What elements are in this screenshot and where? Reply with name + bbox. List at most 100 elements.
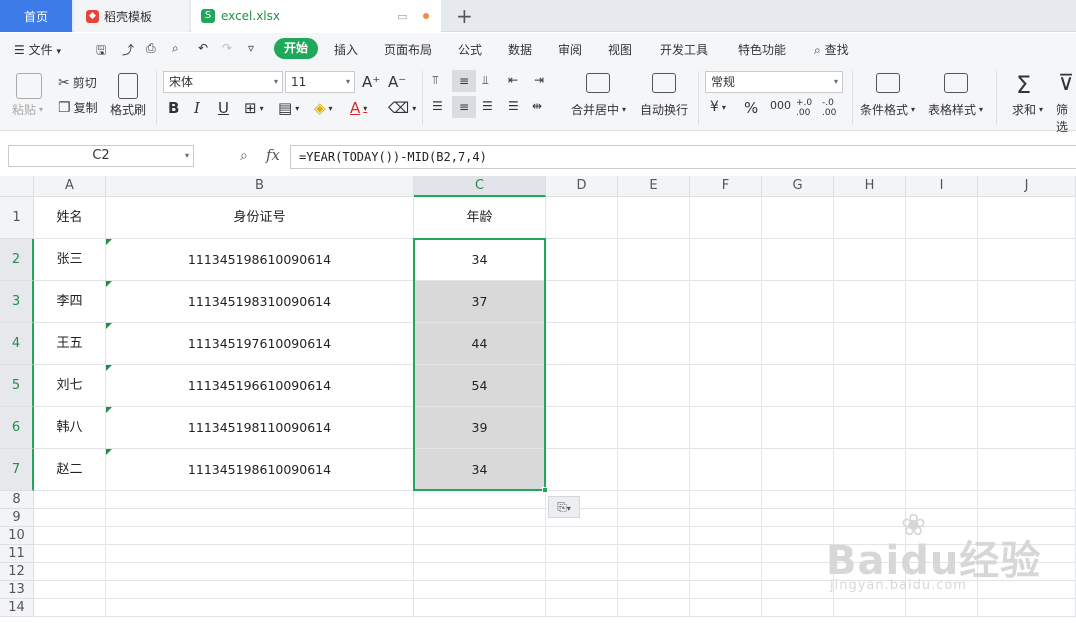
export-icon[interactable]: ⤴ xyxy=(122,41,134,58)
column-header-a[interactable]: A xyxy=(34,176,106,197)
table-cell[interactable] xyxy=(690,449,762,491)
table-cell[interactable] xyxy=(834,323,906,365)
table-cell[interactable] xyxy=(690,491,762,509)
table-cell[interactable]: 54 xyxy=(414,365,546,407)
cell-style-icon[interactable]: ▤ ▾ xyxy=(278,99,299,117)
table-cell[interactable] xyxy=(978,281,1076,323)
table-cell[interactable] xyxy=(618,323,690,365)
table-cell[interactable] xyxy=(978,491,1076,509)
table-cell[interactable] xyxy=(906,365,978,407)
copy-button[interactable]: ❐ 复制 xyxy=(58,99,98,116)
table-cell[interactable] xyxy=(762,581,834,599)
wrap-text-button[interactable]: 自动换行 xyxy=(640,101,688,118)
table-cell[interactable] xyxy=(546,323,618,365)
table-style-icon[interactable] xyxy=(944,73,968,93)
sum-button[interactable]: 求和 ▾ xyxy=(1012,101,1043,118)
cut-button[interactable]: ✂ 剪切 xyxy=(58,74,97,91)
table-cell[interactable] xyxy=(906,323,978,365)
table-cell[interactable]: 34 xyxy=(414,449,546,491)
table-cell[interactable] xyxy=(762,509,834,527)
table-cell[interactable] xyxy=(106,581,414,599)
table-cell[interactable] xyxy=(762,527,834,545)
paste-button[interactable]: 粘贴 ▾ xyxy=(12,101,43,118)
table-cell[interactable] xyxy=(414,527,546,545)
table-cell[interactable] xyxy=(906,239,978,281)
table-cell[interactable] xyxy=(618,407,690,449)
new-tab-plus-icon[interactable]: + xyxy=(456,4,473,28)
table-cell[interactable] xyxy=(34,527,106,545)
percent-icon[interactable]: % xyxy=(744,99,758,117)
print-preview-icon[interactable]: ⌕ xyxy=(172,41,179,56)
table-cell[interactable] xyxy=(762,449,834,491)
justify-icon[interactable]: ☰ xyxy=(508,99,519,113)
conditional-format-button[interactable]: 条件格式 ▾ xyxy=(860,101,915,118)
increase-font-icon[interactable]: A⁺ xyxy=(362,73,380,91)
table-cell[interactable] xyxy=(690,365,762,407)
table-cell[interactable] xyxy=(414,545,546,563)
table-cell[interactable] xyxy=(546,545,618,563)
table-cell[interactable] xyxy=(834,491,906,509)
fill-color-icon[interactable]: ◈ ▾ xyxy=(314,99,333,117)
table-cell[interactable]: 37 xyxy=(414,281,546,323)
row-header[interactable]: 10 xyxy=(0,527,34,545)
table-cell[interactable] xyxy=(978,197,1076,239)
menu-tab-review[interactable]: 审阅 xyxy=(558,41,582,58)
table-cell[interactable] xyxy=(978,365,1076,407)
table-cell[interactable] xyxy=(906,449,978,491)
table-cell[interactable] xyxy=(106,509,414,527)
paste-options-button[interactable]: ⎘▾ xyxy=(548,496,580,518)
conditional-format-icon[interactable] xyxy=(876,73,900,93)
italic-icon[interactable]: I xyxy=(194,99,200,117)
column-header-c[interactable]: C xyxy=(414,176,546,197)
row-header[interactable]: 12 xyxy=(0,563,34,581)
clear-format-icon[interactable]: ⌫ ▾ xyxy=(388,99,416,117)
table-cell[interactable] xyxy=(834,281,906,323)
table-cell[interactable] xyxy=(618,281,690,323)
table-cell[interactable] xyxy=(546,449,618,491)
save-icon[interactable]: 🖫 xyxy=(96,41,106,62)
table-cell[interactable] xyxy=(978,323,1076,365)
distributed-icon[interactable]: ⇹ xyxy=(532,99,542,113)
row-header[interactable]: 1 xyxy=(0,197,34,239)
table-cell[interactable] xyxy=(906,491,978,509)
sum-icon[interactable]: Σ xyxy=(1016,71,1031,99)
column-header-g[interactable]: G xyxy=(762,176,834,197)
menu-tab-data[interactable]: 数据 xyxy=(508,41,532,58)
increase-indent-icon[interactable]: ⇥ xyxy=(534,73,544,87)
column-header-b[interactable]: B xyxy=(106,176,414,197)
table-cell[interactable] xyxy=(834,197,906,239)
name-box[interactable]: C2 ▾ xyxy=(8,145,194,167)
table-cell[interactable] xyxy=(34,563,106,581)
table-cell[interactable] xyxy=(414,581,546,599)
table-cell[interactable]: 111345197610090614 xyxy=(106,323,414,365)
row-header[interactable]: 3 xyxy=(0,281,34,323)
table-cell[interactable] xyxy=(690,527,762,545)
table-cell[interactable] xyxy=(546,407,618,449)
table-cell[interactable] xyxy=(690,407,762,449)
table-cell[interactable] xyxy=(690,545,762,563)
quick-access-more-icon[interactable]: ▿ xyxy=(248,41,254,55)
align-bottom-icon[interactable]: ⫫ xyxy=(482,73,489,88)
table-cell[interactable] xyxy=(414,509,546,527)
align-top-icon[interactable]: ⫪ xyxy=(432,73,439,88)
tab-template[interactable]: ◆ 稻壳模板 xyxy=(74,0,189,32)
header-cell[interactable]: 身份证号 xyxy=(106,197,414,239)
table-cell[interactable] xyxy=(690,599,762,617)
print-icon[interactable]: ⎙ xyxy=(146,41,156,56)
table-cell[interactable] xyxy=(34,545,106,563)
row-header[interactable]: 5 xyxy=(0,365,34,407)
table-cell[interactable] xyxy=(414,563,546,581)
header-cell[interactable]: 姓名 xyxy=(34,197,106,239)
merge-center-icon[interactable] xyxy=(586,73,610,93)
borders-icon[interactable]: ⊞ ▾ xyxy=(244,99,264,117)
table-cell[interactable] xyxy=(762,563,834,581)
undo-icon[interactable]: ↶ xyxy=(198,41,208,55)
table-cell[interactable] xyxy=(618,527,690,545)
table-cell[interactable] xyxy=(34,581,106,599)
table-cell[interactable]: 111345198110090614 xyxy=(106,407,414,449)
table-cell[interactable]: 111345196610090614 xyxy=(106,365,414,407)
table-cell[interactable] xyxy=(762,239,834,281)
table-cell[interactable] xyxy=(618,491,690,509)
table-cell[interactable] xyxy=(546,239,618,281)
currency-icon[interactable]: ¥ ▾ xyxy=(710,99,726,115)
